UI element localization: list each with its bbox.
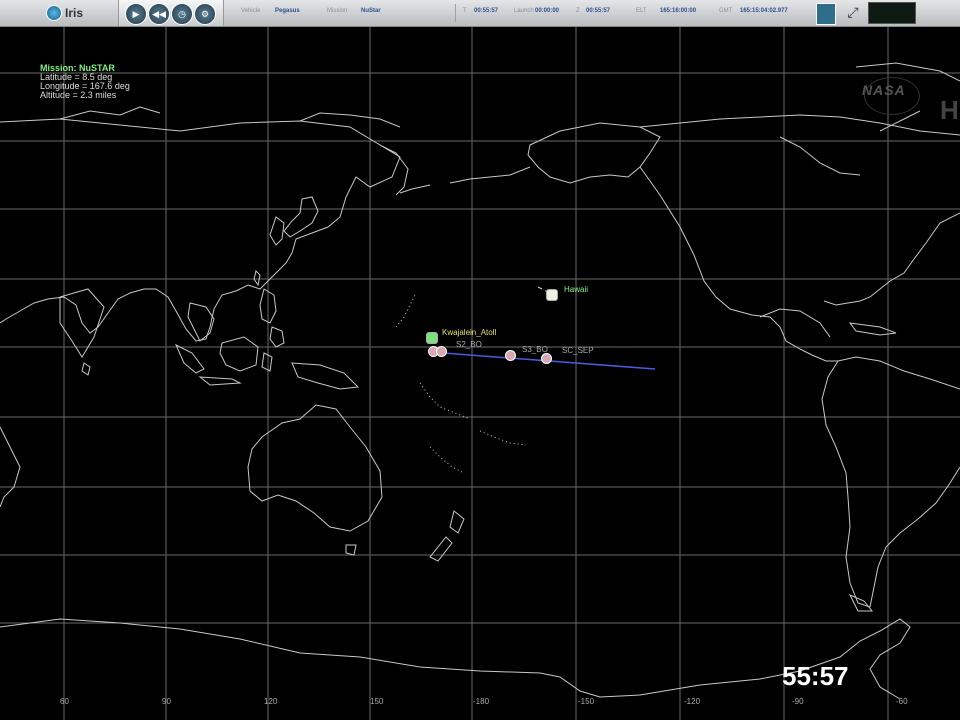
hawaii-label: Hawaii [564,285,589,294]
mission-label: Mission [327,8,348,14]
gmt-value: 165:15:04:02.977 [740,8,788,14]
coast-tierra-del-fuego [848,594,874,612]
t-label: T [463,8,467,14]
coast-tasmania [345,544,357,556]
nasa-logo: NASA [862,82,906,98]
coast-korea [269,216,285,246]
coast-gulf-mexico [759,308,831,338]
toolbar: Iris ▶ ◀◀ ◷ ⚙ Vehicle Pegasus Mission Nu… [0,0,960,27]
kwajalein-label: Kwajalein_Atoll [442,328,497,337]
rewind-icon[interactable]: ◀◀ [148,3,170,25]
sc-sep-label: SC_SEP [562,346,594,355]
t-value: 00:55:57 [474,8,499,14]
hd-badge: HD [940,95,960,125]
app-logo-text: Iris [65,6,84,20]
clock-icon[interactable]: ◷ [171,3,193,25]
coast-hudson [779,136,861,176]
coast-south-america [821,356,960,608]
kwajalein-station-icon[interactable] [426,332,438,344]
settings-icon[interactable]: ⚙ [194,3,216,25]
coast-north-america [639,114,960,362]
altitude-readout: Altitude = 2.3 miles [40,90,117,100]
coast-antarctica [0,618,911,700]
coast-new-guinea [291,362,360,390]
ground-track-map: Mission: NuSTAR Latitude = 8.5 deg Longi… [0,27,960,720]
lon-label-90: 90 [162,697,171,706]
playback-controls: ▶ ◀◀ ◷ ⚙ [118,0,224,26]
island-chain-1 [419,382,471,420]
coast-java [198,376,242,386]
island-chain-3 [395,292,417,328]
elt-label: ELT [636,8,647,14]
vehicle-label: Vehicle [241,8,261,14]
iris-logo-icon [46,5,62,21]
coast-sulawesi [261,352,273,372]
lon-label-neg60: -60 [896,697,908,706]
launch-value: 00:00:00 [535,8,560,14]
coast-taiwan [253,270,261,287]
lon-label-60: 60 [60,697,69,706]
lon-label-120: 120 [264,697,278,706]
lon-label-neg120: -120 [684,697,701,706]
coast-alaska [527,122,661,184]
coast-kamchatka [379,144,409,196]
coast-africa-edge [0,426,21,508]
lon-label-neg150: -150 [578,697,595,706]
play-icon[interactable]: ▶ [125,3,147,25]
s2-bo-label: S2_BO [456,340,482,349]
lon-label-150: 150 [370,697,384,706]
view-toggle-icon[interactable] [816,3,836,25]
fullscreen-icon[interactable]: ⤢ [840,4,866,22]
gmt-label: GMT [719,8,733,14]
world-map-canvas [0,27,960,720]
vehicle-value: Pegasus [275,8,300,14]
app-logo[interactable]: Iris [46,4,83,22]
track-marker-4[interactable] [541,353,552,364]
coast-srilanka [81,362,91,376]
map-grid [0,27,960,720]
toolbar-divider [455,4,456,22]
countdown-timer: 55:57 [782,661,849,691]
track-marker-2[interactable] [436,346,447,357]
mission-info: Mission: NuSTAR Latitude = 8.5 deg Longi… [40,64,130,100]
coast-borneo [219,336,259,372]
coast-aleutians [399,166,531,194]
launch-label: Launch [514,8,534,14]
island-chain-4 [429,446,465,474]
pacific-islands [395,292,527,474]
preview-thumbnail[interactable] [868,2,916,24]
z-value: 00:55:57 [586,8,611,14]
coast-japan [283,196,319,238]
elt-value: 165:16:00:00 [660,8,697,14]
z-label: Z [576,8,580,14]
coast-cuba [848,322,897,336]
lon-label-neg180: -180 [473,697,490,706]
coast-new-zealand [429,510,465,562]
coastlines [0,62,960,700]
island-chain-2 [479,430,527,446]
track-marker-3[interactable] [505,350,516,361]
mission-value: NuStar [361,8,381,14]
hawaii-station-icon[interactable] [546,289,558,301]
lon-label-neg90: -90 [792,697,804,706]
coast-sumatra [174,343,205,374]
coast-philippines [259,288,285,348]
